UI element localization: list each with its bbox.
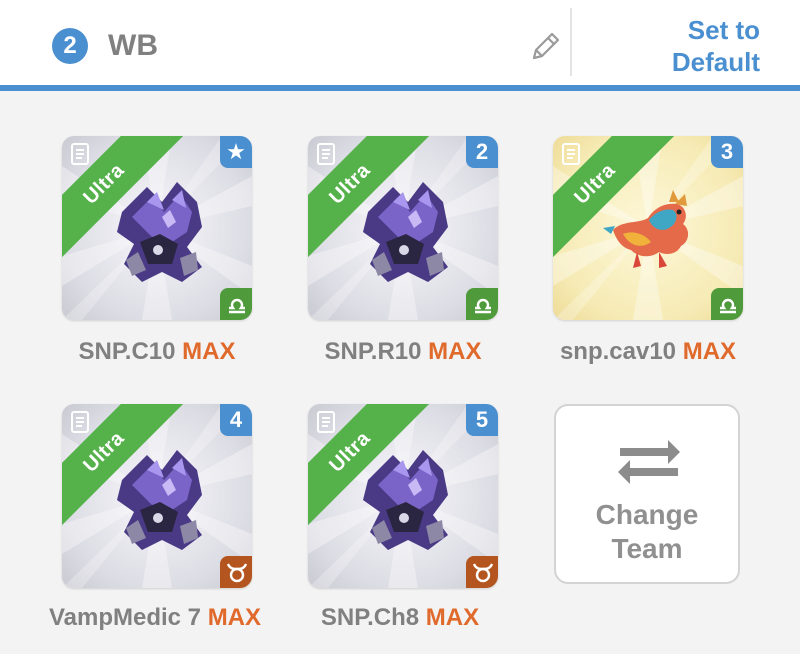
change-team-button[interactable]: Change Team <box>554 404 740 584</box>
max-level-tag: MAX <box>428 338 482 365</box>
monster-name: snp.cav10 <box>559 338 677 365</box>
element-badge <box>220 288 252 320</box>
team-header: 2 WB Set to Default <box>0 0 800 85</box>
header-divider <box>570 8 572 76</box>
team-number-badge: 2 <box>52 28 88 64</box>
element-badge <box>711 288 743 320</box>
set-to-default-line1: Set to <box>687 15 760 45</box>
max-level-tag: MAX <box>682 338 737 365</box>
taurus-icon <box>226 562 248 583</box>
team-name: WB <box>108 29 158 62</box>
monster-name: SNP.R10 <box>324 338 422 365</box>
notes-icon <box>71 143 89 165</box>
max-level-tag: MAX <box>182 338 236 365</box>
slot-number-badge: 4 <box>220 404 252 436</box>
element-badge <box>466 556 498 588</box>
libra-icon <box>718 298 738 314</box>
card-label-3: snp.cav10 MAX <box>518 338 778 366</box>
slot-number-badge: 5 <box>466 404 498 436</box>
notes-icon <box>71 411 89 433</box>
header-accent-line <box>0 85 800 91</box>
card-label-2: SNP.R10 MAX <box>273 338 533 366</box>
slot-number-badge: 3 <box>711 136 743 168</box>
element-badge <box>466 288 498 320</box>
slot-number-badge: 2 <box>466 136 498 168</box>
monster-card-5[interactable]: Ultra 5 <box>308 404 498 588</box>
monster-card-3[interactable]: Ultra 3 <box>553 136 743 320</box>
swap-arrows-icon <box>618 440 680 484</box>
monster-card-1[interactable]: Ultra ★ <box>62 136 252 320</box>
max-level-tag: MAX <box>425 604 480 631</box>
leader-star-badge: ★ <box>220 136 252 168</box>
edit-pencil-icon[interactable] <box>526 26 566 66</box>
monster-name: SNP.C10 <box>78 338 176 365</box>
change-team-line2: Team <box>611 533 683 564</box>
card-label-1: SNP.C10 MAX <box>27 338 287 366</box>
notes-icon <box>562 143 580 165</box>
card-label-4: VampMedic 7 MAX <box>25 604 285 632</box>
monster-card-4[interactable]: Ultra 4 <box>62 404 252 588</box>
change-team-label: Change Team <box>556 498 738 566</box>
element-badge <box>220 556 252 588</box>
max-level-tag: MAX <box>207 604 262 631</box>
change-team-line1: Change <box>595 499 699 530</box>
monster-name: VampMedic 7 <box>48 604 202 631</box>
libra-icon <box>227 298 247 314</box>
card-label-5: SNP.Ch8 MAX <box>270 604 530 632</box>
monster-name: SNP.Ch8 <box>320 604 420 631</box>
taurus-icon <box>472 562 494 583</box>
set-to-default-button[interactable]: Set to Default <box>600 14 760 78</box>
notes-icon <box>317 143 335 165</box>
libra-icon <box>473 298 493 314</box>
notes-icon <box>317 411 335 433</box>
monster-card-2[interactable]: Ultra 2 <box>308 136 498 320</box>
set-to-default-line2: Default <box>671 47 760 77</box>
